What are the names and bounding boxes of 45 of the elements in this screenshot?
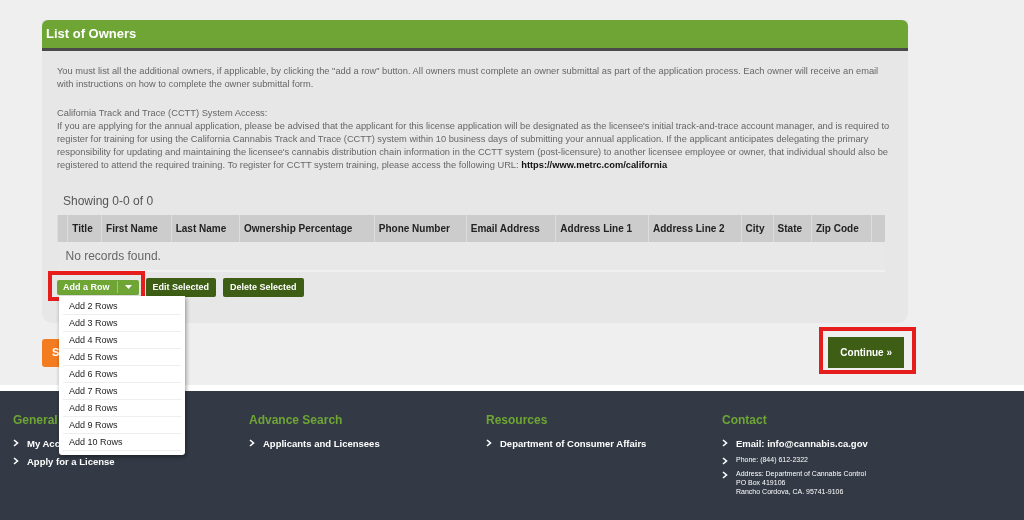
column-header: State	[773, 214, 812, 242]
chevron-icon	[249, 439, 255, 447]
menu-item[interactable]: Add 7 Rows	[63, 382, 181, 400]
footer-link[interactable]: Email: info@cannabis.ca.gov	[736, 437, 868, 452]
column-header: City	[741, 214, 774, 242]
menu-item[interactable]: Add 10 Rows	[63, 433, 181, 451]
footer-link[interactable]: Applicants and Licensees	[263, 437, 380, 452]
action-button[interactable]: Delete Selected	[223, 277, 304, 297]
menu-item[interactable]: Add 6 Rows	[63, 365, 181, 383]
column-header: Title	[67, 214, 102, 242]
chevron-icon	[486, 439, 492, 447]
record-count: Showing 0-0 of 0	[63, 192, 155, 210]
menu-item[interactable]: Add 5 Rows	[63, 348, 181, 366]
chevron-icon	[722, 439, 728, 447]
column-header: Ownership Percentage	[239, 214, 375, 242]
continue-button[interactable]: Continue »	[828, 337, 904, 368]
column-header: Phone Number	[374, 214, 467, 242]
url-link[interactable]: https://www.metrc.com/california	[521, 159, 668, 170]
cctt-heading: California Track and Trace (CCTT) System Access:	[56, 106, 269, 120]
footer-link[interactable]: Apply for a License	[27, 455, 115, 470]
footer-link[interactable]: Department of Consumer Affairs	[500, 437, 647, 452]
instructions-text: You must list all the additional owners, if applicable, by clicking the "add a row" button. All owners must complete an owner submittal as part of the application process. Each owner will receive an email with instructions on how to complete the owner submittal form.	[56, 64, 880, 91]
footer-heading: General	[13, 412, 58, 429]
menu-item[interactable]: Add 8 Rows	[63, 399, 181, 417]
chevron-icon	[13, 439, 19, 447]
column-header: Address Line 1	[555, 214, 649, 242]
column-header: First Name	[101, 214, 172, 242]
action-button[interactable]: Edit Selected	[145, 277, 217, 297]
footer-heading: Advance Search	[249, 412, 343, 429]
footer-link[interactable]: My Acc	[27, 437, 60, 452]
column-header: Email Address	[466, 214, 556, 242]
footer-heading: Resources	[486, 412, 548, 429]
cctt-text: If you are applying for the annual application, please be advised that the applicant for this license application will be designated as the licensee's initial track-and-trace account manager, and is required to register for training for using the California Cannabis Track and Trace (CCTT) system within 10 business days of submitting your annual application. If the applicant anticipates delegating the primary responsibility for updating and maintaining the licensee's cannabis distribution chain information in the CCTT system (post-licensure) to another licensee employee or owner, that individual should also be registered to attend the required training. To register for CCTT system training, please access the following URL: https://www.metrc.com/california	[56, 119, 891, 172]
chevron-icon	[13, 457, 19, 466]
menu-item[interactable]: Add 2 Rows	[63, 297, 181, 315]
column-header: Zip Code	[811, 214, 871, 242]
caret-icon	[124, 285, 132, 290]
panel-title: List of Owners	[42, 20, 908, 51]
menu-item[interactable]: Add 4 Rows	[63, 331, 181, 349]
footer-heading: Contact	[722, 412, 767, 429]
menu-item[interactable]: Add 3 Rows	[63, 314, 181, 332]
column-header: Last Name	[171, 214, 240, 242]
empty-message: No records found.	[57, 241, 885, 271]
column-header: Address Line 2	[648, 214, 742, 242]
menu-item[interactable]: Add 9 Rows	[63, 416, 181, 434]
